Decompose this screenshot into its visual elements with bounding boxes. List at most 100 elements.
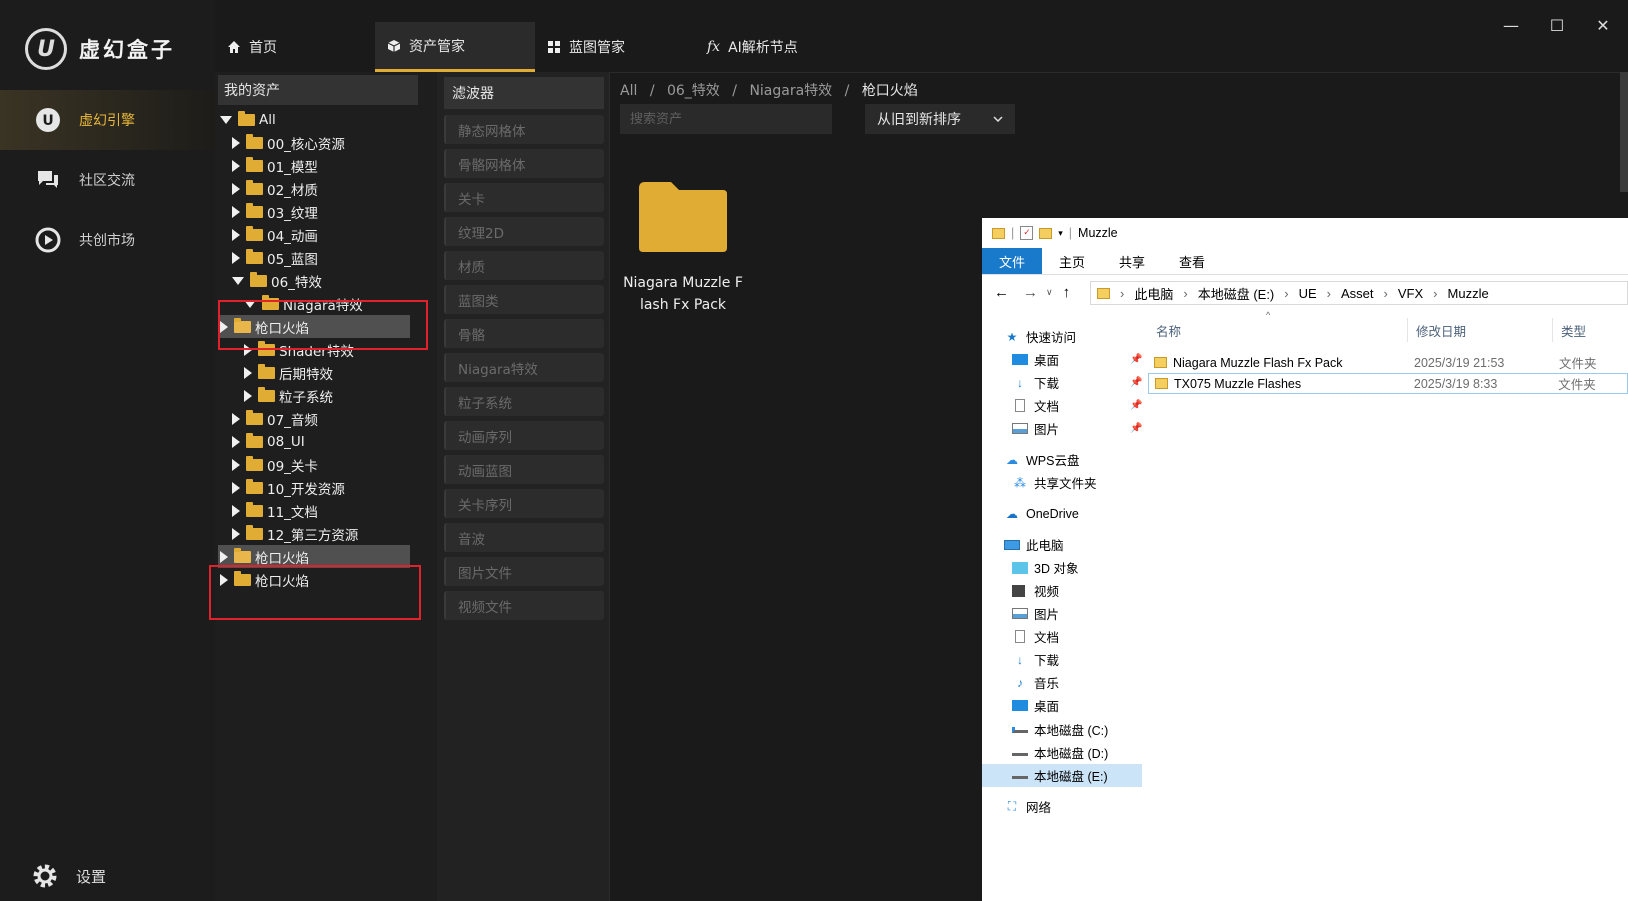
nav-drive-c[interactable]: 本地磁盘 (C:) — [982, 718, 1108, 741]
tree-node[interactable]: 02_材质 — [218, 177, 433, 200]
nav-pictures-pc[interactable]: 图片 — [982, 602, 1059, 625]
ribbon-tab-view[interactable]: 查看 — [1162, 248, 1222, 274]
tree-node[interactable]: 08_UI — [218, 430, 433, 453]
tree-node[interactable]: 06_特效 — [218, 269, 433, 292]
nav-documents-pc[interactable]: 文档 — [982, 625, 1059, 648]
nav-quick-access[interactable]: ★ 快速访问 — [982, 325, 1076, 348]
tree-node[interactable]: 11_文档 — [218, 499, 433, 522]
ribbon-tab-home[interactable]: 主页 — [1042, 248, 1102, 274]
nav-music[interactable]: ♪ 音乐 — [982, 671, 1059, 694]
properties-icon[interactable]: ✓ — [1020, 226, 1034, 240]
tab-home[interactable]: 首页 — [215, 22, 375, 72]
breadcrumb-item[interactable]: 06_特效 — [667, 83, 720, 99]
expand-arrow-icon[interactable] — [232, 504, 240, 517]
tree-node[interactable]: 01_模型 — [218, 154, 433, 177]
filter-item[interactable]: 视频文件 — [444, 591, 604, 620]
asset-search-input[interactable] — [620, 104, 832, 134]
path-segment[interactable]: Asset — [1341, 286, 1374, 301]
nav-onedrive[interactable]: ☁ OneDrive — [982, 502, 1079, 525]
nav-pictures[interactable]: 图片 📌 — [982, 417, 1142, 440]
tab-ai-nodes[interactable]: fx AI解析节点 — [695, 22, 865, 72]
path-segment[interactable]: VFX — [1398, 286, 1423, 301]
path-segment[interactable]: 本地磁盘 (E:) — [1198, 284, 1275, 303]
file-row[interactable]: Niagara Muzzle Flash Fx Pack 2025/3/19 2… — [1148, 352, 1628, 373]
filter-item[interactable]: 静态网格体 — [444, 115, 604, 144]
nav-item-market[interactable]: 共创市场 — [0, 210, 215, 270]
expand-arrow-icon[interactable] — [232, 412, 240, 425]
expand-arrow-icon[interactable] — [232, 276, 244, 285]
expand-arrow-icon[interactable] — [244, 366, 252, 379]
expand-arrow-icon[interactable] — [232, 182, 240, 195]
nav-desktop[interactable]: 桌面 📌 — [982, 348, 1142, 371]
tree-node-all[interactable]: All — [218, 108, 433, 131]
expand-arrow-icon[interactable] — [232, 228, 240, 241]
nav-drive-d[interactable]: 本地磁盘 (D:) — [982, 741, 1108, 764]
content-scrollbar[interactable] — [1620, 72, 1628, 192]
nav-item-community[interactable]: 社区交流 — [0, 150, 215, 210]
ribbon-tab-file[interactable]: 文件 — [982, 248, 1043, 274]
asset-label[interactable]: Niagara Muzzle Flash Fx Pack — [622, 272, 744, 316]
tree-node[interactable]: 05_蓝图 — [218, 246, 433, 269]
filter-item[interactable]: 纹理2D — [444, 217, 604, 246]
new-folder-icon[interactable] — [1039, 227, 1053, 239]
expand-arrow-icon[interactable] — [232, 205, 240, 218]
tree-node[interactable]: 07_音频 — [218, 407, 433, 430]
settings-button[interactable]: 设置 — [32, 863, 106, 889]
nav-shared-folder[interactable]: ⁂ 共享文件夹 — [982, 471, 1097, 494]
up-arrow-icon[interactable]: ↑ — [1063, 284, 1071, 301]
filter-item[interactable]: 动画蓝图 — [444, 455, 604, 484]
path-segment[interactable]: UE — [1299, 286, 1317, 301]
column-type[interactable]: 类型 — [1553, 318, 1628, 342]
filter-item[interactable]: 关卡序列 — [444, 489, 604, 518]
file-row[interactable]: TX075 Muzzle Flashes 2025/3/19 8:33 文件夹 — [1148, 373, 1628, 394]
minimize-button[interactable]: — — [1496, 14, 1526, 36]
expand-arrow-icon[interactable] — [232, 435, 240, 448]
tree-node[interactable]: 后期特效 — [218, 361, 433, 384]
column-modified[interactable]: 修改日期 — [1408, 318, 1553, 342]
recent-dropdown-icon[interactable]: ∨ — [1046, 287, 1053, 298]
nav-drive-e[interactable]: 本地磁盘 (E:) — [982, 764, 1142, 787]
filter-item[interactable]: 骨骼网格体 — [444, 149, 604, 178]
tree-node[interactable]: 00_核心资源 — [218, 131, 433, 154]
filter-item[interactable]: 粒子系统 — [444, 387, 604, 416]
path-segment[interactable]: Muzzle — [1448, 286, 1489, 301]
nav-3d-objects[interactable]: 3D 对象 — [982, 556, 1078, 579]
tree-node[interactable]: 04_动画 — [218, 223, 433, 246]
expand-arrow-icon[interactable] — [232, 527, 240, 540]
asset-folder-icon[interactable] — [637, 178, 729, 254]
expand-arrow-icon[interactable] — [232, 159, 240, 172]
nav-wps-cloud[interactable]: ☁ WPS云盘 — [982, 448, 1079, 471]
expand-arrow-icon[interactable] — [232, 251, 240, 264]
tree-node[interactable]: 粒子系统 — [218, 384, 433, 407]
filter-item[interactable]: Niagara特效 — [444, 353, 604, 382]
expand-arrow-icon[interactable] — [232, 136, 240, 149]
tab-asset-manager[interactable]: 资产管家 — [375, 22, 535, 72]
expand-arrow-icon[interactable] — [244, 389, 252, 402]
tree-node[interactable]: 10_开发资源 — [218, 476, 433, 499]
nav-videos[interactable]: 视频 — [982, 579, 1059, 602]
nav-desktop-pc[interactable]: 桌面 — [982, 694, 1059, 717]
nav-documents[interactable]: 文档 📌 — [982, 394, 1142, 417]
breadcrumb-item[interactable]: Niagara特效 — [749, 83, 832, 99]
path-segment[interactable]: 此电脑 — [1134, 284, 1173, 303]
filter-item[interactable]: 图片文件 — [444, 557, 604, 586]
nav-this-pc[interactable]: 此电脑 — [982, 533, 1064, 556]
tree-node[interactable]: 09_关卡 — [218, 453, 433, 476]
expand-arrow-icon[interactable] — [220, 115, 232, 124]
nav-downloads[interactable]: ↓ 下载 📌 — [982, 371, 1142, 394]
filter-item[interactable]: 音波 — [444, 523, 604, 552]
expand-arrow-icon[interactable] — [232, 481, 240, 494]
breadcrumb-item[interactable]: All — [620, 83, 637, 99]
filter-item[interactable]: 动画序列 — [444, 421, 604, 450]
nav-downloads-pc[interactable]: ↓ 下载 — [982, 648, 1059, 671]
tab-blueprint-manager[interactable]: 蓝图管家 — [535, 22, 695, 72]
filter-item[interactable]: 关卡 — [444, 183, 604, 212]
filter-item[interactable]: 蓝图类 — [444, 285, 604, 314]
sort-dropdown[interactable]: 从旧到新排序 — [865, 104, 1015, 134]
quick-access-dropdown-icon[interactable]: ▾ — [1058, 228, 1063, 239]
forward-arrow-icon[interactable]: → — [1023, 284, 1038, 301]
filter-item[interactable]: 材质 — [444, 251, 604, 280]
expand-arrow-icon[interactable] — [220, 550, 228, 563]
nav-item-unreal[interactable]: U 虚幻引擎 — [0, 90, 215, 150]
tree-node[interactable]: 12_第三方资源 — [218, 522, 433, 545]
